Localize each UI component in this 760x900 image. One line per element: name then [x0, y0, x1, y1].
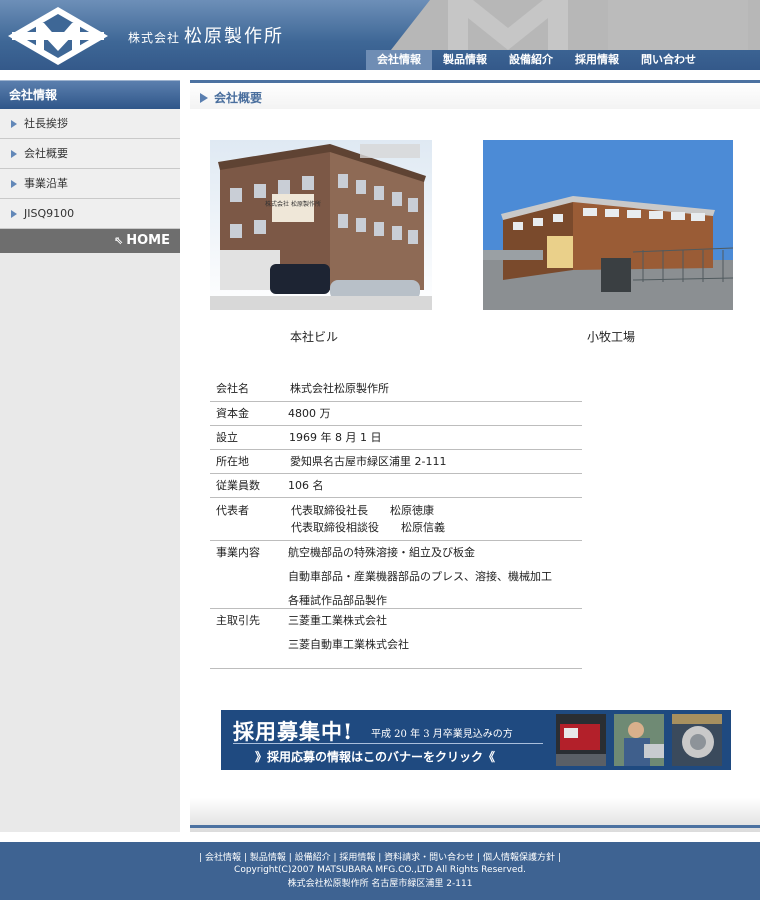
page-title: 会社概要	[190, 83, 760, 109]
sidebar-item-label: 社長挨拶	[24, 117, 68, 130]
nav-recruit[interactable]: 採用情報	[564, 50, 630, 70]
sidebar-item-label: 事業沿革	[24, 177, 68, 190]
profile-value-line: 106 名	[288, 479, 324, 492]
profile-value-line: 三菱自動車工業株式会社	[288, 638, 409, 651]
banner-cta: 》採用応募の情報はこのバナーをクリック《	[255, 750, 496, 764]
triangle-bullet-icon	[200, 93, 208, 103]
recruit-banner[interactable]: 採用募集中! 平成 20 年 3 月卒業見込みの方 》採用応募の情報はこのバナー…	[221, 710, 731, 770]
profile-key: 事業内容	[216, 546, 260, 559]
profile-key: 所在地	[216, 455, 249, 468]
profile-row-name: 会社名 株式会社松原製作所	[210, 377, 582, 402]
main-content: 会社概要 株式会社 松原製作所 本社ビル 小牧工場 会社名 株式会社松原製作所 …	[190, 80, 760, 832]
komaki-factory-photo	[483, 140, 733, 310]
top-nav: 会社情報 製品情報 設備紹介 採用情報 問い合わせ	[366, 50, 707, 70]
head-office-photo: 株式会社 松原製作所	[210, 140, 432, 310]
profile-row-business: 事業内容 航空機部品の特殊溶接・組立及び板金 自動車部品・産業機器部品のプレス、…	[210, 541, 582, 609]
profile-value-line: 代表取締役社長 松原徳康	[291, 504, 434, 517]
nav-equipment[interactable]: 設備紹介	[498, 50, 564, 70]
site-header: 株式会社 松原製作所 会社情報 製品情報 設備紹介 採用情報 問い合わせ	[0, 0, 760, 70]
photo-caption-head-office: 本社ビル	[290, 330, 339, 344]
company-prefix: 株式会社	[128, 31, 181, 45]
profile-row-employees: 従業員数 106 名	[210, 474, 582, 498]
home-link[interactable]: ⇖ HOME	[0, 229, 180, 253]
footer-link-contact[interactable]: 資料請求・問い合わせ	[384, 853, 474, 863]
page-title-text: 会社概要	[214, 91, 263, 105]
building-sign: 株式会社 松原製作所	[265, 200, 321, 208]
photo-caption-komaki: 小牧工場	[587, 330, 636, 344]
banner-divider	[233, 743, 543, 744]
footer-link-recruit[interactable]: 採用情報	[339, 853, 375, 863]
profile-key: 設立	[216, 431, 238, 444]
profile-key: 代表者	[216, 504, 249, 517]
profile-row-clients: 主取引先 三菱重工業株式会社 三菱自動車工業株式会社	[210, 609, 582, 669]
profile-key: 主取引先	[216, 614, 260, 627]
triangle-bullet-icon	[11, 120, 17, 128]
profile-key: 従業員数	[216, 479, 260, 492]
profile-value: 4800 万	[284, 402, 582, 425]
profile-value-line: 4800 万	[288, 407, 331, 420]
profile-row-founded: 設立 1969 年 8 月 1 日	[210, 426, 582, 450]
profile-value: 三菱重工業株式会社 三菱自動車工業株式会社	[284, 609, 582, 668]
profile-row-capital: 資本金 4800 万	[210, 402, 582, 426]
profile-value: 1969 年 8 月 1 日	[284, 426, 582, 449]
company-logo[interactable]	[6, 5, 110, 67]
banner-photo-machine	[556, 714, 606, 766]
profile-value: 代表取締役社長 松原徳康 代表取締役相談役 松原信義	[284, 502, 582, 540]
profile-value: 106 名	[284, 474, 582, 497]
nav-contact[interactable]: 問い合わせ	[630, 50, 707, 70]
home-label: HOME	[126, 233, 170, 248]
profile-value-line: 代表取締役相談役 松原信義	[291, 521, 445, 534]
triangle-bullet-icon	[11, 150, 17, 158]
profile-key: 資本金	[216, 407, 249, 420]
banner-photo-worker	[614, 714, 664, 766]
triangle-bullet-icon	[11, 210, 17, 218]
company-name-main: 松原製作所	[184, 26, 285, 47]
banner-subtitle: 平成 20 年 3 月卒業見込みの方	[371, 729, 513, 740]
sidebar-item-jisq9100[interactable]: JISQ9100	[0, 199, 180, 229]
profile-row-representatives: 代表者 代表取締役社長 松原徳康 代表取締役相談役 松原信義	[210, 498, 582, 541]
sidebar-item-label: 会社概要	[24, 147, 68, 160]
footer-link-company[interactable]: 会社情報	[205, 853, 241, 863]
profile-value-line: 1969 年 8 月 1 日	[289, 431, 382, 444]
company-name: 株式会社 松原製作所	[128, 22, 284, 48]
footer-link-equipment[interactable]: 設備紹介	[295, 853, 331, 863]
sidebar-item-overview[interactable]: 会社概要	[0, 139, 180, 169]
profile-value-line: 株式会社松原製作所	[290, 382, 389, 395]
profile-row-address: 所在地 愛知県名古屋市緑区浦里 2-111	[210, 450, 582, 474]
footer-address: 株式会社松原製作所 名古屋市緑区浦里 2-111	[287, 879, 473, 889]
sidebar: 会社情報 社長挨拶 会社概要 事業沿革 JISQ9100 ⇖ HOME	[0, 80, 180, 832]
profile-value-line: 愛知県名古屋市緑区浦里 2-111	[290, 455, 447, 468]
site-footer: | 会社情報 | 製品情報 | 設備紹介 | 採用情報 | 資料請求・問い合わせ…	[0, 842, 760, 900]
triangle-bullet-icon	[11, 180, 17, 188]
profile-value: 株式会社松原製作所	[284, 377, 582, 401]
footer-link-privacy[interactable]: 個人情報保護方針	[483, 853, 555, 863]
profile-key: 会社名	[216, 382, 249, 395]
company-profile-table: 会社名 株式会社松原製作所 資本金 4800 万 設立 1969 年 8 月 1…	[210, 377, 582, 669]
sidebar-title: 会社情報	[0, 80, 180, 109]
profile-value-line: 航空機部品の特殊溶接・組立及び板金	[288, 546, 475, 559]
banner-title: 採用募集中!	[233, 719, 354, 744]
sidebar-item-history[interactable]: 事業沿革	[0, 169, 180, 199]
sidebar-item-label: JISQ9100	[24, 207, 75, 220]
nav-products[interactable]: 製品情報	[432, 50, 498, 70]
divider	[190, 825, 760, 828]
profile-value-line: 三菱重工業株式会社	[288, 614, 387, 627]
header-watermark	[448, 0, 748, 50]
arrow-up-left-icon: ⇖	[114, 234, 124, 247]
footer-link-products[interactable]: 製品情報	[250, 853, 286, 863]
footer-links: | 会社情報 | 製品情報 | 設備紹介 | 採用情報 | 資料請求・問い合わせ…	[199, 853, 561, 863]
sidebar-item-greeting[interactable]: 社長挨拶	[0, 109, 180, 139]
profile-value: 航空機部品の特殊溶接・組立及び板金 自動車部品・産業機器部品のプレス、溶接、機械…	[284, 541, 582, 608]
profile-value: 愛知県名古屋市緑区浦里 2-111	[284, 450, 582, 473]
profile-value-line: 自動車部品・産業機器部品のプレス、溶接、機械加工	[288, 570, 552, 583]
banner-photo-parts	[672, 714, 722, 766]
nav-company-info[interactable]: 会社情報	[366, 50, 432, 70]
footer-copyright: Copyright(C)2007 MATSUBARA MFG.CO.,LTD A…	[234, 865, 526, 875]
